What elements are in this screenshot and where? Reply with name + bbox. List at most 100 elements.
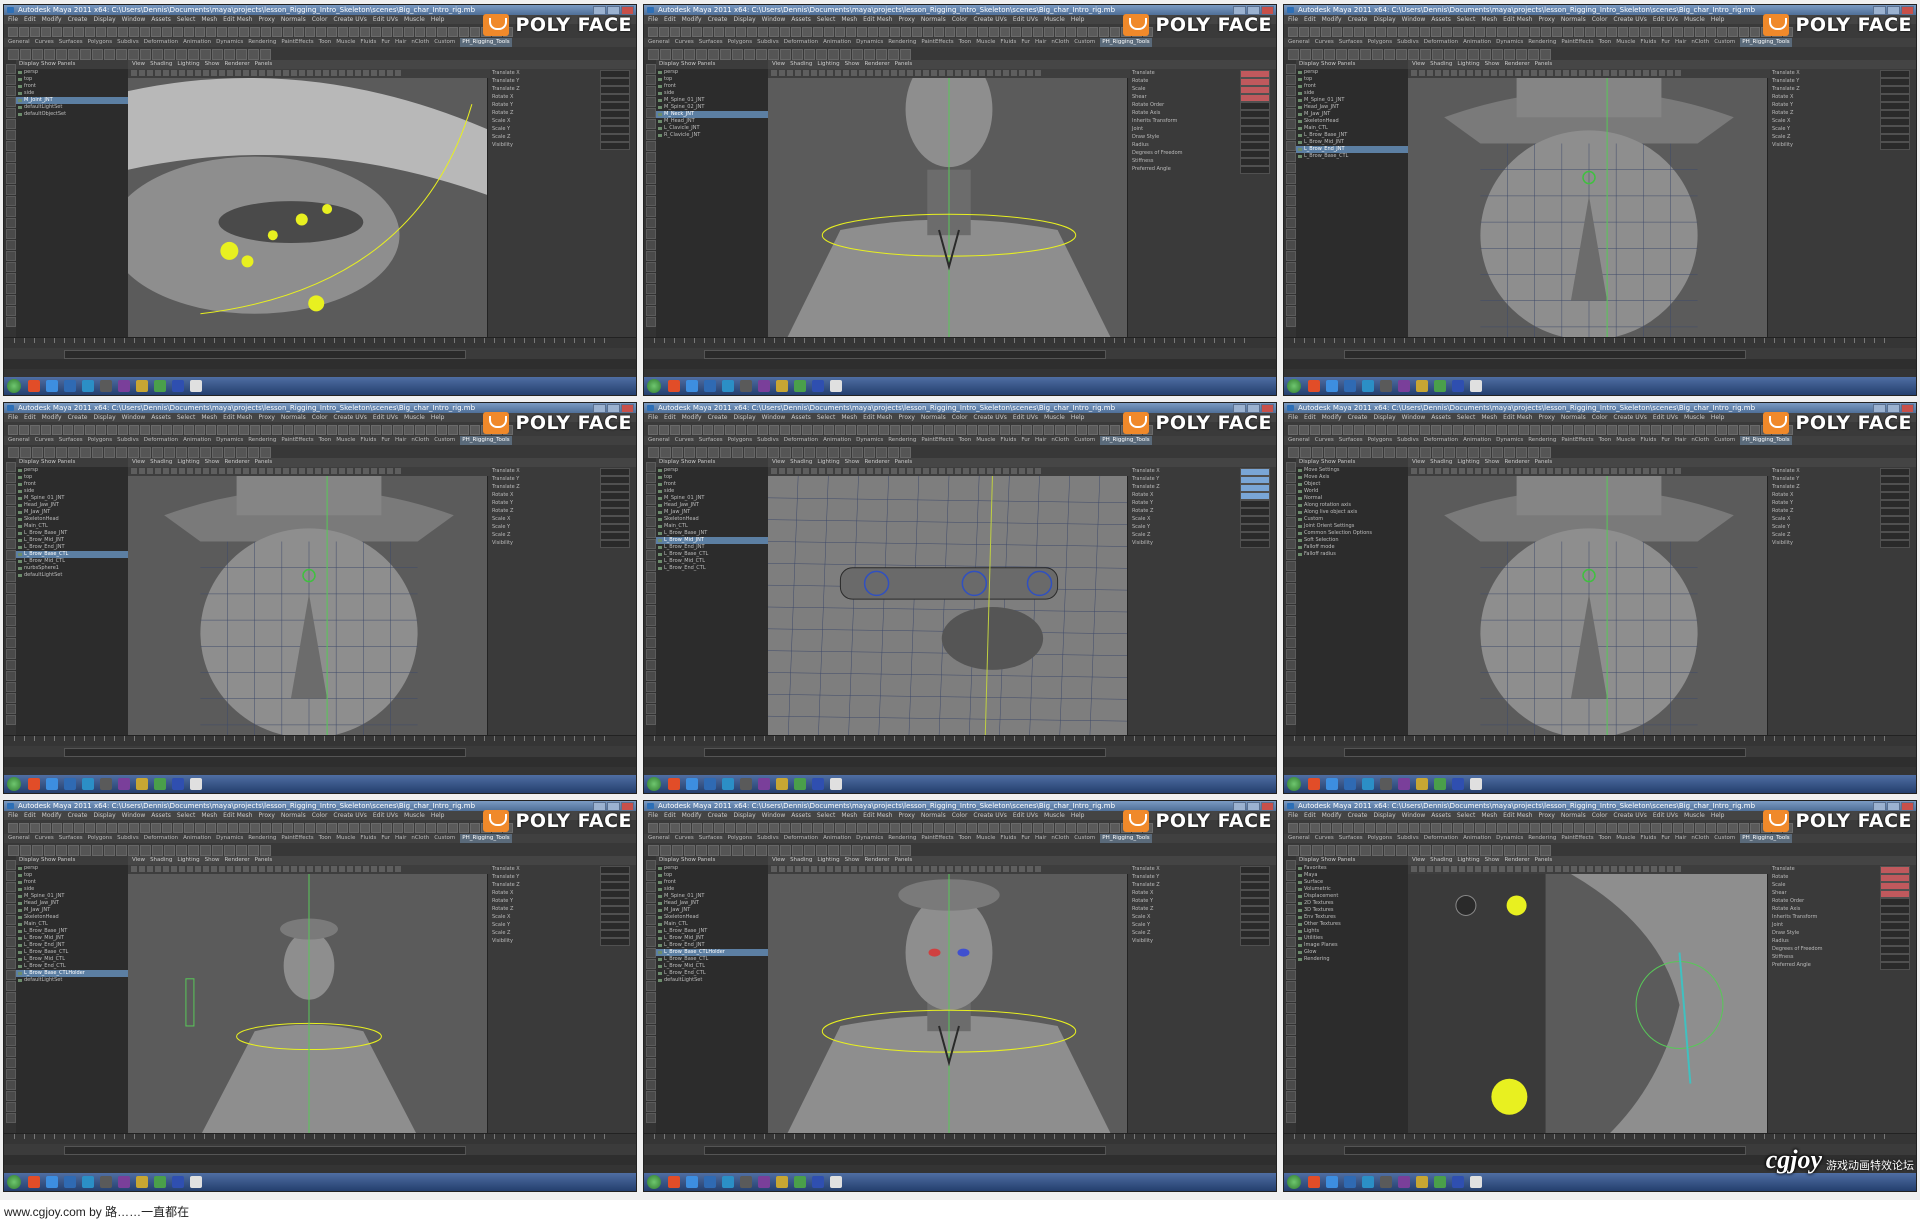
- channel-attribute-row[interactable]: Shear: [1768, 889, 1916, 898]
- status-tool-button[interactable]: [648, 425, 658, 435]
- viewport-tool-icon[interactable]: [1459, 70, 1465, 76]
- shelf-button[interactable]: [888, 49, 899, 60]
- channel-attribute-row[interactable]: Scale Y: [488, 125, 636, 134]
- menu-item[interactable]: Edit: [24, 15, 36, 24]
- menu-item[interactable]: Create: [68, 413, 88, 422]
- tool-icon[interactable]: [646, 86, 656, 96]
- menu-item[interactable]: File: [8, 15, 18, 24]
- shelf-tab[interactable]: Rendering: [1528, 38, 1556, 47]
- status-tool-button[interactable]: [802, 425, 812, 435]
- taskbar-app-icon[interactable]: [830, 1176, 842, 1188]
- status-tool-button[interactable]: [1420, 425, 1430, 435]
- outliner-item[interactable]: top: [16, 474, 128, 481]
- viewport-tool-icon[interactable]: [883, 70, 889, 76]
- shelf-button[interactable]: [20, 49, 31, 60]
- status-tool-button[interactable]: [1596, 27, 1606, 37]
- tool-icon[interactable]: [646, 218, 656, 228]
- channel-attribute-row[interactable]: Rotate X: [1768, 93, 1916, 102]
- taskbar-app-icon[interactable]: [1416, 778, 1428, 790]
- channel-attribute-row[interactable]: Rotate Y: [1128, 499, 1276, 508]
- shelf-button[interactable]: [828, 49, 839, 60]
- viewport-tool-icon[interactable]: [819, 70, 825, 76]
- shelf-button[interactable]: [672, 845, 683, 856]
- viewport-tool-icon[interactable]: [1459, 468, 1465, 474]
- status-tool-button[interactable]: [1354, 27, 1364, 37]
- status-tool-button[interactable]: [129, 823, 139, 833]
- menu-item[interactable]: Edit Mesh: [1503, 413, 1532, 422]
- character-model-view[interactable]: [1408, 476, 1770, 738]
- viewport-tool-icon[interactable]: [347, 70, 353, 76]
- shelf-button[interactable]: [188, 447, 199, 458]
- status-tool-button[interactable]: [1475, 425, 1485, 435]
- menu-item[interactable]: Color: [312, 413, 328, 422]
- shelf-button[interactable]: [1324, 447, 1335, 458]
- outliner-item[interactable]: M_Jaw_JNT: [16, 509, 128, 516]
- status-tool-button[interactable]: [1662, 27, 1672, 37]
- status-tool-button[interactable]: [1563, 27, 1573, 37]
- tool-icon[interactable]: [1286, 517, 1296, 527]
- shelf-button[interactable]: [20, 845, 31, 856]
- status-tool-button[interactable]: [294, 823, 304, 833]
- tool-icon[interactable]: [6, 495, 16, 505]
- viewport-tool-icon[interactable]: [1515, 468, 1521, 474]
- shelf-button[interactable]: [900, 447, 911, 458]
- tool-icon[interactable]: [646, 1091, 656, 1101]
- viewport-menu-item[interactable]: View: [132, 856, 145, 865]
- tool-icon[interactable]: [6, 1014, 16, 1024]
- status-tool-button[interactable]: [901, 823, 911, 833]
- tool-icon[interactable]: [1286, 163, 1296, 173]
- status-tool-button[interactable]: [393, 425, 403, 435]
- menu-item[interactable]: Assets: [791, 15, 811, 24]
- outliner-item[interactable]: Volumetric: [1296, 886, 1408, 893]
- shelf-button[interactable]: [236, 447, 247, 458]
- attribute-value-field[interactable]: [600, 142, 630, 150]
- shelf-tab[interactable]: nCloth: [1051, 38, 1069, 47]
- viewport-tool-icon[interactable]: [1507, 866, 1513, 872]
- tool-icon[interactable]: [646, 1014, 656, 1024]
- shelf-tab[interactable]: Surfaces: [699, 38, 723, 47]
- shelf-button[interactable]: [900, 49, 911, 60]
- viewport-tool-icon[interactable]: [1483, 468, 1489, 474]
- viewport-tool-icon[interactable]: [1427, 70, 1433, 76]
- outliner-item[interactable]: Rendering: [1296, 956, 1408, 963]
- shelf-tab[interactable]: Hair: [1675, 834, 1686, 843]
- channel-attribute-row[interactable]: Scale: [1768, 881, 1916, 890]
- status-tool-button[interactable]: [1387, 425, 1397, 435]
- status-tool-button[interactable]: [459, 823, 469, 833]
- shelf-tab[interactable]: Polygons: [1368, 834, 1392, 843]
- viewport-tool-icon[interactable]: [1499, 70, 1505, 76]
- outliner-item[interactable]: Other Textures: [1296, 921, 1408, 928]
- channel-attribute-row[interactable]: Rotate Y: [488, 499, 636, 508]
- status-tool-button[interactable]: [184, 27, 194, 37]
- status-tool-button[interactable]: [1739, 823, 1749, 833]
- taskbar-app-icon[interactable]: [118, 778, 130, 790]
- viewport-tool-icon[interactable]: [915, 70, 921, 76]
- menu-item[interactable]: Edit UVs: [1013, 15, 1038, 24]
- tool-icon[interactable]: [646, 1113, 656, 1123]
- tool-icon[interactable]: [646, 251, 656, 261]
- status-tool-button[interactable]: [217, 425, 227, 435]
- viewport-tool-icon[interactable]: [851, 866, 857, 872]
- viewport-menu-item[interactable]: Lighting: [817, 60, 839, 69]
- range-bar[interactable]: [704, 1146, 1106, 1155]
- shelf-tab[interactable]: nCloth: [1691, 834, 1709, 843]
- menu-item[interactable]: Display: [94, 413, 116, 422]
- shelf-tab[interactable]: Surfaces: [1339, 834, 1363, 843]
- status-tool-button[interactable]: [703, 425, 713, 435]
- channel-attribute-row[interactable]: Translate Y: [1768, 77, 1916, 86]
- viewport-tool-icon[interactable]: [987, 468, 993, 474]
- taskbar-app-icon[interactable]: [1470, 778, 1482, 790]
- shelf-button[interactable]: [1408, 447, 1419, 458]
- menu-item[interactable]: File: [1288, 15, 1298, 24]
- 3d-viewport[interactable]: View Shading Lighting Show Renderer Panels: [768, 60, 1130, 340]
- viewport-menu-item[interactable]: Lighting: [177, 458, 199, 467]
- status-tool-button[interactable]: [1299, 425, 1309, 435]
- 3d-viewport[interactable]: View Shading Lighting Show Renderer Panels: [1408, 856, 1770, 1136]
- viewport-tool-icon[interactable]: [163, 70, 169, 76]
- menu-item[interactable]: Edit: [664, 413, 676, 422]
- taskbar-app-icon[interactable]: [64, 380, 76, 392]
- shelf-button[interactable]: [176, 49, 187, 60]
- status-tool-button[interactable]: [846, 27, 856, 37]
- viewport-tool-icon[interactable]: [1011, 70, 1017, 76]
- status-tool-button[interactable]: [239, 823, 249, 833]
